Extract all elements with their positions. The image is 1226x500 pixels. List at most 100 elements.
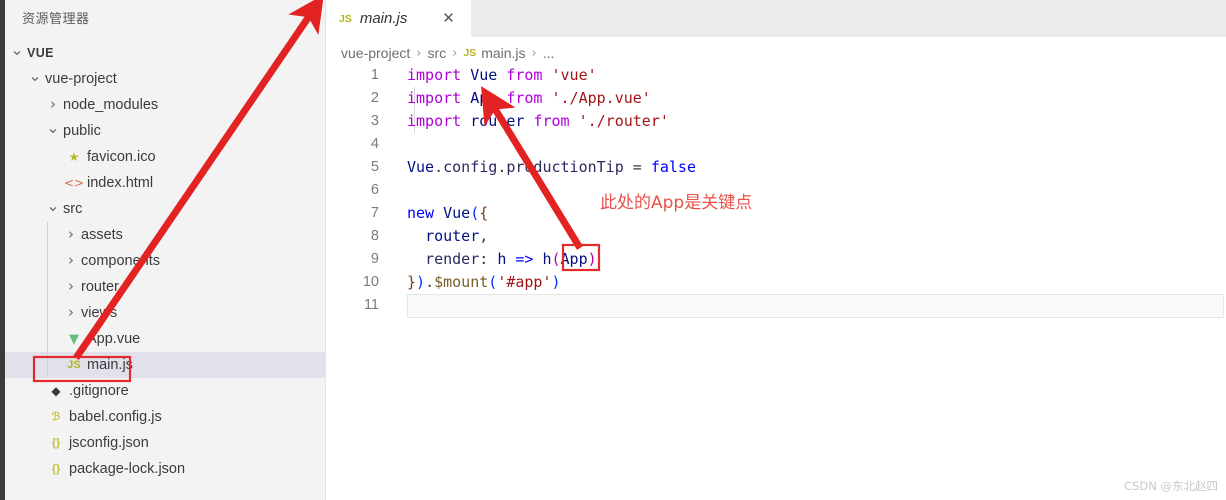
- code-token: render: [425, 250, 480, 268]
- tree-indent-guide: [47, 222, 48, 332]
- chevron-down-icon[interactable]: ⌄: [46, 120, 60, 136]
- tree-item-assets[interactable]: › assets: [5, 222, 326, 248]
- tree-item-label: VUE: [27, 46, 54, 60]
- tree-item-app-vue[interactable]: ▼ App.vue: [5, 326, 326, 352]
- code-token: ,: [479, 227, 489, 245]
- editor-tab-bar: JS main.js ✕: [327, 0, 1226, 37]
- chevron-right-icon[interactable]: ›: [64, 226, 78, 242]
- code-token: router: [470, 112, 525, 130]
- code-token: router: [425, 227, 480, 245]
- tree-item-label: jsconfig.json: [69, 435, 149, 451]
- line-number: 8: [370, 228, 379, 244]
- code-token: ): [416, 273, 426, 291]
- code-token: import: [407, 66, 462, 84]
- code-token: from: [506, 66, 543, 84]
- code-token: new: [407, 204, 435, 222]
- tree-item-router[interactable]: › router: [5, 274, 326, 300]
- line-number: 5: [370, 159, 379, 175]
- editor-area: JS main.js ✕ vue-project › src › JS main.js ›.…: [327, 0, 1226, 500]
- line-number: 6: [370, 182, 379, 198]
- line-number: 3: [370, 113, 379, 129]
- chevron-right-icon[interactable]: ›: [64, 304, 78, 320]
- line-number: 10: [362, 274, 379, 290]
- tree-item-components[interactable]: › components: [5, 248, 326, 274]
- tree-item-label: favicon.ico: [87, 149, 156, 165]
- code-token: .: [434, 158, 444, 176]
- tree-item-node-modules[interactable]: › node_modules: [5, 92, 326, 118]
- tree-item-src[interactable]: ⌄ src: [5, 196, 326, 222]
- code-token: h: [497, 250, 507, 268]
- code-token: './App.vue': [551, 89, 651, 107]
- code-token: h: [542, 250, 552, 268]
- breadcrumb-separator: ›: [531, 45, 537, 61]
- chevron-down-icon[interactable]: ⌄: [28, 68, 42, 84]
- tree-item--gitignore[interactable]: ◆ .gitignore: [5, 378, 326, 404]
- js-icon: JS: [463, 47, 477, 59]
- breadcrumb-item-src[interactable]: src: [427, 45, 446, 61]
- tree-item-label: views: [81, 305, 118, 321]
- tree-item-views[interactable]: › views: [5, 300, 326, 326]
- tree-item-label: package-lock.json: [69, 461, 186, 477]
- code-line: 4: [327, 133, 1226, 156]
- tree-item-vue[interactable]: ⌄ VUE: [5, 40, 326, 66]
- code-line: 6: [327, 179, 1226, 202]
- code-token: (: [551, 250, 561, 268]
- chevron-right-icon[interactable]: ›: [46, 96, 60, 112]
- chevron-right-icon[interactable]: ›: [64, 278, 78, 294]
- tree-item-label: vue-project: [45, 71, 117, 87]
- code-token: false: [650, 158, 696, 176]
- chevron-down-icon[interactable]: ⌄: [46, 198, 60, 214]
- chevron-down-icon[interactable]: ⌄: [10, 42, 24, 58]
- code-line: 10}).$mount('#app'): [327, 271, 1226, 294]
- tree-item-label: main.js: [87, 357, 133, 373]
- code-token: App: [560, 250, 588, 268]
- breadcrumb-item-vue-project[interactable]: vue-project: [341, 45, 410, 61]
- code-token: 'vue': [551, 66, 597, 84]
- tree-item-package-lock-json[interactable]: {} package-lock.json: [5, 456, 326, 482]
- tree-item-jsconfig-json[interactable]: {} jsconfig.json: [5, 430, 326, 456]
- code-token: import: [407, 89, 462, 107]
- breadcrumb-separator: ›: [416, 45, 422, 61]
- line-number: 7: [370, 205, 379, 221]
- code-line: 11: [327, 294, 1226, 317]
- code-line-text: import Vue from 'vue': [407, 64, 597, 87]
- code-token: from: [533, 112, 570, 130]
- tree-item-main-js[interactable]: JS main.js: [5, 352, 326, 378]
- babel-icon: ℬ: [51, 410, 61, 423]
- line-number: 1: [370, 67, 379, 83]
- code-token: :: [479, 250, 498, 268]
- tree-item-vue-project[interactable]: ⌄ vue-project: [5, 66, 326, 92]
- json-icon: {}: [51, 436, 61, 449]
- code-token: ): [587, 250, 597, 268]
- code-token: {: [479, 204, 489, 222]
- breadcrumb-item--[interactable]: ...: [543, 45, 555, 61]
- code-token: App: [470, 89, 498, 107]
- tree-item-favicon-ico[interactable]: ★ favicon.ico: [5, 144, 326, 170]
- close-icon[interactable]: ✕: [440, 10, 457, 27]
- tab-main-js[interactable]: JS main.js ✕: [327, 0, 471, 37]
- chevron-right-icon[interactable]: ›: [64, 252, 78, 268]
- tree-item-label: index.html: [87, 175, 154, 191]
- tree-item-babel-config-js[interactable]: ℬbabel.config.js: [5, 404, 326, 430]
- tree-item-label: src: [63, 201, 83, 217]
- tree-item-public[interactable]: ⌄ public: [5, 118, 326, 144]
- code-token: from: [506, 89, 543, 107]
- code-line-text: router,: [407, 225, 488, 248]
- explorer-sidebar: 资源管理器 ⌄ VUE ⌄ vue-project › node_modules ⌄ publ…: [0, 0, 326, 500]
- code-line: 8 router,: [327, 225, 1226, 248]
- tree-item-index-html[interactable]: <> index.html: [5, 170, 326, 196]
- code-editor[interactable]: 1 import Vue from 'vue' 2 import App from '…: [327, 64, 1226, 500]
- breadcrumb-item-main-js[interactable]: main.js: [481, 45, 525, 61]
- json-icon: {}: [51, 462, 61, 475]
- breadcrumb-separator: ›: [452, 45, 458, 61]
- code-line-text: import router from './router': [407, 110, 669, 133]
- vue-icon: ▼: [69, 331, 79, 347]
- code-line-text: new Vue({: [407, 202, 488, 225]
- html-icon: <>: [64, 176, 85, 190]
